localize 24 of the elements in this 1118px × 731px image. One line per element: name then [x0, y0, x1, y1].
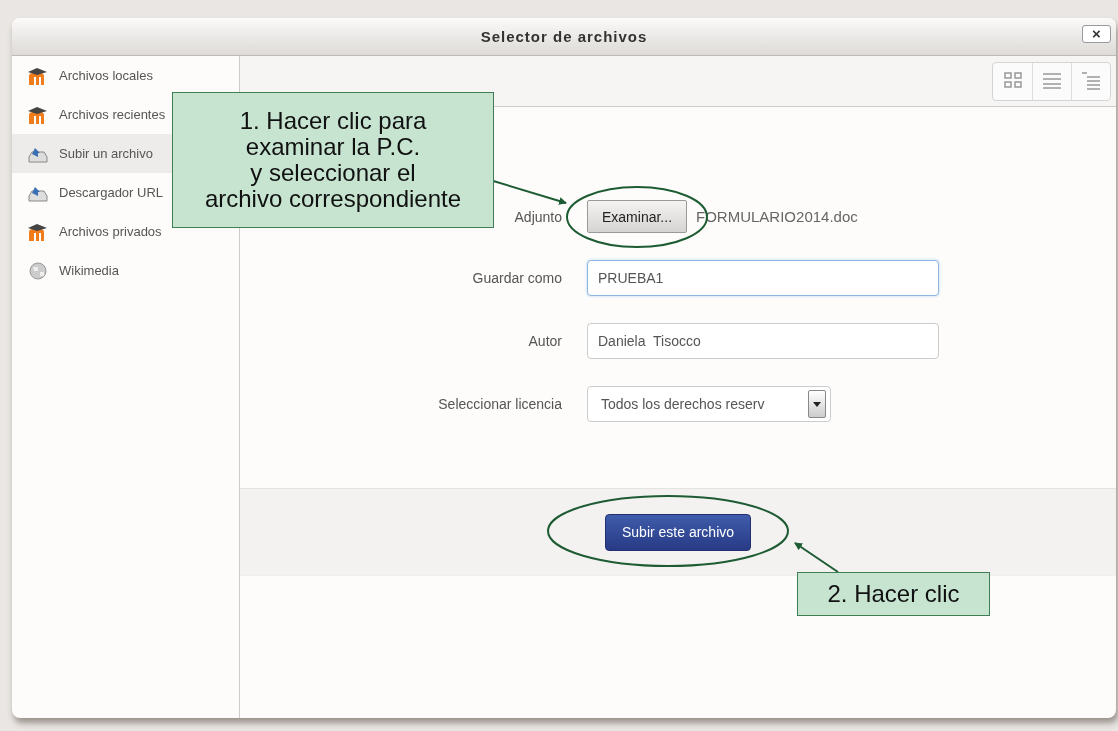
tree-list-icon — [1081, 71, 1101, 91]
caret-icon — [813, 401, 821, 407]
list-icon — [1042, 71, 1062, 91]
graduation-cap-icon — [27, 104, 49, 125]
grid-icon — [1002, 71, 1023, 91]
field-label: Guardar como — [471, 270, 562, 286]
sidebar-item[interactable]: Archivos locales — [12, 56, 239, 95]
graduation-cap-icon — [27, 65, 49, 86]
field-label: Adjunto — [513, 208, 562, 225]
window-title: Selector de archivos — [480, 28, 648, 45]
upload-button[interactable]: Subir este archivo — [604, 513, 752, 551]
callout-tooltip: 2. Hacer clic — [797, 572, 990, 616]
browse-button[interactable]: Examinar... — [587, 200, 688, 233]
license-dropdown[interactable]: Todos los derechos reserv — [587, 386, 831, 422]
close-button[interactable]: × — [1082, 25, 1111, 43]
sidebar-item[interactable]: Wikimedia — [12, 251, 239, 290]
callout-tooltip: 1. Hacer clic para examinar la P.C. y seleccionar el archivo correspondiente — [172, 92, 494, 228]
graduation-cap-icon — [27, 221, 49, 242]
field-label: Autor — [527, 333, 562, 349]
globe-icon — [27, 260, 49, 281]
input-field[interactable]: PRUEBA1 — [587, 260, 939, 296]
callout-arrow — [794, 542, 839, 573]
field-label: Seleccionar licencia — [437, 396, 562, 412]
input-field[interactable]: Daniela Tisocco — [587, 323, 939, 359]
